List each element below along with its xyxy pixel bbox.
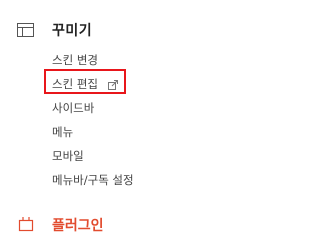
section-header-plugin[interactable]: 플러그인 (0, 212, 210, 234)
section-header-customize[interactable]: 꾸미기 (0, 18, 210, 44)
highlight-annotation-box (44, 69, 126, 94)
menu-item-label: 모바일 (52, 149, 84, 163)
plugin-icon (18, 217, 34, 232)
menu-item-mobile[interactable]: 모바일 (52, 144, 134, 168)
menu-item-label: 스킨 변경 (52, 53, 98, 67)
menu-item-menubar-subscribe[interactable]: 메뉴바/구독 설정 (52, 168, 134, 192)
menu-item-label: 메뉴 (52, 125, 74, 139)
menu-item-menu[interactable]: 메뉴 (52, 120, 134, 144)
menu-item-sidebar[interactable]: 사이드바 (52, 96, 134, 120)
layout-icon (17, 23, 34, 37)
section-title: 꾸미기 (52, 23, 93, 39)
menu-item-label: 사이드바 (52, 101, 95, 115)
section-title: 플러그인 (52, 218, 104, 234)
menu-item-label: 메뉴바/구독 설정 (52, 173, 134, 187)
settings-sidebar-panel: 꾸미기 스킨 변경 스킨 편집 사이드바 메뉴 모바일 메뉴바/구독 설정 플러… (0, 0, 210, 234)
